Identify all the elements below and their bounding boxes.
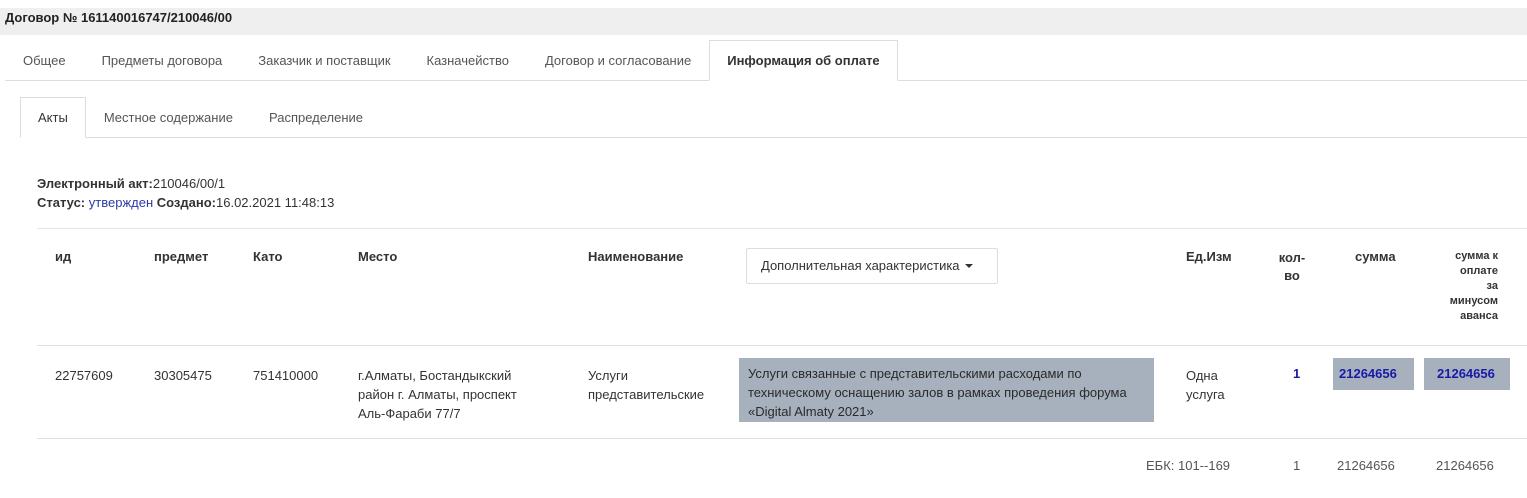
cell-qty-link[interactable]: 1 <box>1293 366 1300 381</box>
tab-treasury[interactable]: Казначейство <box>409 40 527 80</box>
header-place: Место <box>358 249 398 264</box>
created-label: Создано: <box>156 195 216 210</box>
tab-local-content[interactable]: Местное содержание <box>86 97 251 137</box>
tab-contract-approval[interactable]: Договор и согласование <box>527 40 709 80</box>
tab-general[interactable]: Общее <box>5 40 84 80</box>
table-row: 22757609 30305475 751410000 г.Алматы, Бо… <box>37 346 1527 439</box>
cell-name-line2: представительские <box>588 387 705 402</box>
cell-desc-line1: Услуги связанные с представительскими ра… <box>748 366 1082 381</box>
total-qty: 1 <box>1293 458 1301 473</box>
header-name: Наименование <box>588 249 684 264</box>
cell-extra-characteristic: Услуги связанные с представительскими ра… <box>739 358 1154 422</box>
cell-sum-link[interactable]: 21264656 <box>1333 358 1414 390</box>
cell-desc-line3: «Digital Almaty 2021» <box>748 404 874 419</box>
header-subject: предмет <box>154 249 209 264</box>
header-net-line3: за <box>1486 280 1498 292</box>
header-qty-line1: кол- <box>1278 250 1306 265</box>
status-label: Статус: <box>37 195 86 210</box>
extra-characteristic-label: Дополнительная характеристика <box>761 258 960 273</box>
total-net: 21264656 <box>1436 458 1494 473</box>
act-number-line: Электронный акт:210046/00/1 <box>37 174 334 193</box>
header-net-amount: сумма к оплате за минусом аванса <box>1408 249 1498 324</box>
status-badge: утвержден <box>88 195 154 210</box>
header-unit: Ед.Изм <box>1186 249 1232 264</box>
cell-place-line2: район г. Алматы, проспект <box>358 387 517 402</box>
cell-name-line1: Услуги <box>588 368 628 383</box>
tab-contract-items[interactable]: Предметы договора <box>84 40 241 80</box>
created-value: 16.02.2021 11:48:13 <box>216 195 335 210</box>
tab-distribution[interactable]: Распределение <box>251 97 381 137</box>
cell-id: 22757609 <box>55 368 113 383</box>
page-title: Договор № 161140016747/210046/00 <box>0 8 1527 35</box>
cell-place-line3: Аль-Фараби 77/7 <box>358 406 461 421</box>
cell-net-link[interactable]: 21264656 <box>1424 358 1510 390</box>
total-ebk: ЕБК: 101--169 <box>1146 458 1231 473</box>
act-info: Электронный акт:210046/00/1 Статус: утве… <box>37 174 334 212</box>
tab-customer-supplier[interactable]: Заказчик и поставщик <box>240 40 408 80</box>
cell-name: Услуги представительские <box>588 366 704 404</box>
header-kato: Като <box>253 249 283 264</box>
header-net-line5: аванса <box>1460 310 1498 322</box>
header-id: ид <box>55 249 72 264</box>
caret-down-icon <box>964 264 973 268</box>
cell-unit: Одна услуга <box>1186 366 1225 404</box>
sub-tabs: Акты Местное содержание Распределение <box>20 97 1527 138</box>
acts-table: ид предмет Като Место Наименование Допол… <box>37 228 1527 439</box>
header-net-line2: оплате <box>1460 265 1498 277</box>
act-label: Электронный акт: <box>37 176 153 191</box>
cell-unit-line2: услуга <box>1186 387 1225 402</box>
table-header: ид предмет Като Место Наименование Допол… <box>37 229 1527 346</box>
tab-acts[interactable]: Акты <box>20 97 86 138</box>
cell-desc-line2: техническому оснащению залов в рамках пр… <box>748 385 1127 400</box>
header-qty: кол- во <box>1265 249 1319 285</box>
act-value: 210046/00/1 <box>152 176 226 191</box>
cell-place-line1: г.Алматы, Бостандыкский <box>358 368 512 383</box>
header-net-line1: сумма к <box>1455 250 1498 262</box>
act-status-line: Статус: утвержден Создано:16.02.2021 11:… <box>37 193 334 212</box>
cell-place: г.Алматы, Бостандыкский район г. Алматы,… <box>358 366 517 423</box>
total-sum: 21264656 <box>1337 458 1395 473</box>
header-net-line4: минусом <box>1449 295 1498 307</box>
main-tabs: Общее Предметы договора Заказчик и поста… <box>5 40 1527 81</box>
cell-unit-line1: Одна <box>1186 368 1218 383</box>
header-sum: сумма <box>1355 249 1396 264</box>
header-qty-line2: во <box>1284 268 1300 283</box>
extra-characteristic-dropdown[interactable]: Дополнительная характеристика <box>746 248 998 284</box>
cell-subject: 30305475 <box>154 368 212 383</box>
cell-kato: 751410000 <box>253 368 319 383</box>
tab-payment-info[interactable]: Информация об оплате <box>709 40 898 81</box>
